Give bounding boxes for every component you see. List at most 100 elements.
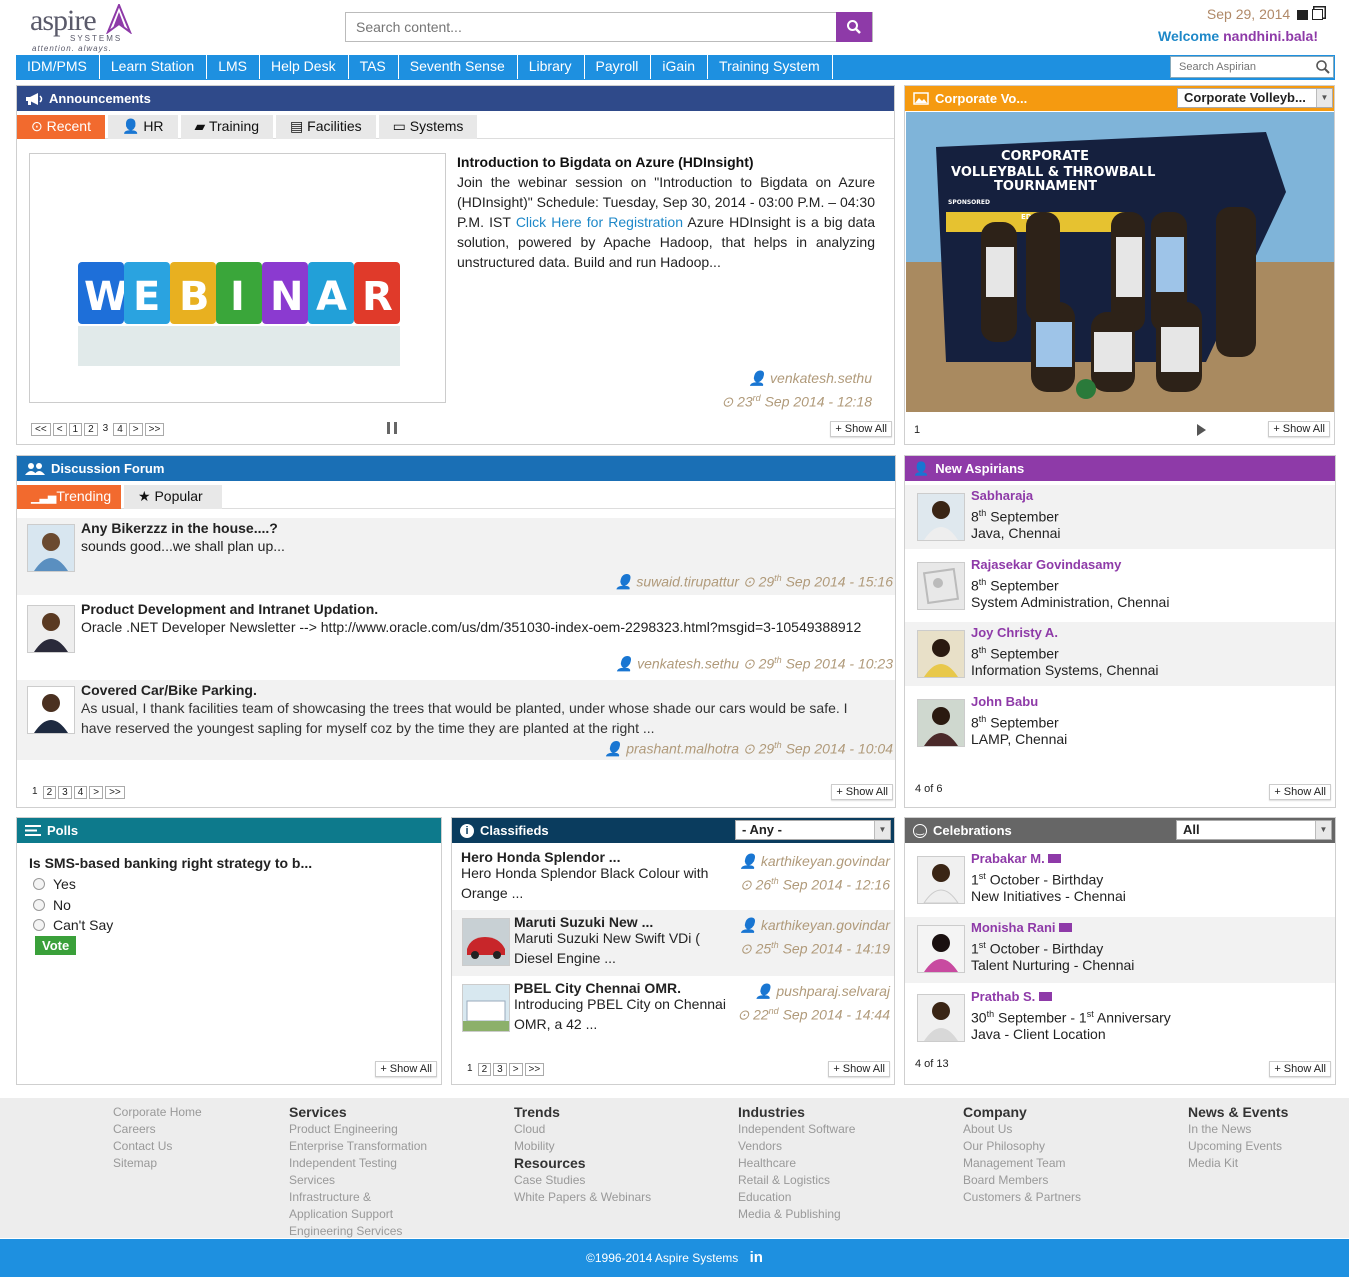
footer-link[interactable]: Sitemap	[113, 1155, 202, 1172]
forum-post[interactable]: Product Development and Intranet Updatio…	[17, 599, 895, 677]
footer-link[interactable]: Media Kit	[1188, 1155, 1288, 1172]
pager-next[interactable]: >	[89, 786, 104, 799]
search-button[interactable]	[836, 12, 872, 42]
aspirian-item[interactable]: John Babu 8th September LAMP, Chennai	[905, 691, 1335, 755]
person-name[interactable]: Joy Christy A.	[971, 625, 1058, 640]
pager-page[interactable]: 3	[58, 786, 72, 799]
footer-link[interactable]: Careers	[113, 1121, 202, 1138]
show-all-button[interactable]: + Show All	[375, 1061, 437, 1077]
celebration-item[interactable]: Monisha Rani 1st October - Birthday Tale…	[905, 917, 1335, 983]
footer-link[interactable]: Education	[738, 1189, 855, 1206]
search-icon[interactable]	[1315, 59, 1331, 75]
album-select[interactable]: Corporate Volleyb... ▼	[1177, 88, 1333, 108]
pager-prev[interactable]: <	[52, 423, 67, 436]
footer-link[interactable]: Mobility	[514, 1138, 651, 1155]
footer-link[interactable]: Engineering Services	[289, 1223, 427, 1240]
username[interactable]: nandhini.bala!	[1223, 28, 1318, 44]
mail-icon[interactable]	[1059, 923, 1073, 932]
nav-item-igain[interactable]: iGain	[651, 55, 709, 79]
footer-link[interactable]: Healthcare	[738, 1155, 855, 1172]
footer-link[interactable]: Vendors	[738, 1138, 855, 1155]
nav-item-idm[interactable]: IDM/PMS	[16, 55, 100, 79]
tab-popular[interactable]: ★ Popular	[124, 485, 222, 509]
person-name[interactable]: Rajasekar Govindasamy	[971, 557, 1121, 572]
person-name[interactable]: Sabharaja	[971, 488, 1033, 503]
footer-link[interactable]: Upcoming Events	[1188, 1138, 1288, 1155]
nav-item-lms[interactable]: LMS	[207, 55, 260, 79]
play-icon[interactable]	[1197, 424, 1206, 436]
pager-last[interactable]: >>	[144, 423, 165, 436]
show-all-button[interactable]: + Show All	[828, 1061, 890, 1077]
event-photo[interactable]: CORPORATE VOLLEYBALL & THROWBALL TOURNAM…	[906, 112, 1334, 412]
footer-link[interactable]: Board Members	[963, 1172, 1081, 1189]
footer-link[interactable]: Infrastructure &	[289, 1189, 427, 1206]
pager-last[interactable]: >>	[524, 1063, 545, 1076]
person-name[interactable]: John Babu	[971, 694, 1038, 709]
nav-item-payroll[interactable]: Payroll	[585, 55, 652, 79]
post-author[interactable]: suwaid.tirupattur	[636, 574, 739, 590]
classified-item[interactable]: Maruti Suzuki New ... Maruti Suzuki New …	[452, 910, 894, 976]
pager-page[interactable]: 1	[68, 423, 83, 436]
footer-link[interactable]: Management Team	[963, 1155, 1081, 1172]
item-author[interactable]: karthikeyan.govindar	[761, 853, 890, 869]
tab-recent[interactable]: ⊙ Recent	[17, 115, 105, 139]
copy-icon[interactable]	[1312, 9, 1323, 20]
footer-link[interactable]: Retail & Logistics	[738, 1172, 855, 1189]
footer-link[interactable]: Product Engineering	[289, 1121, 427, 1138]
footer-link[interactable]: Corporate Home	[113, 1104, 202, 1121]
webinar-image[interactable]: W E B I N A R WEBINAR	[29, 153, 446, 403]
archive-icon[interactable]	[1297, 10, 1309, 20]
item-author[interactable]: karthikeyan.govindar	[761, 917, 890, 933]
show-all-button[interactable]: + Show All	[1269, 784, 1331, 800]
mail-icon[interactable]	[1038, 992, 1052, 1001]
footer-link[interactable]: In the News	[1188, 1121, 1288, 1138]
poll-option[interactable]: No	[33, 895, 113, 916]
nav-item-library[interactable]: Library	[518, 55, 585, 79]
celebration-filter-select[interactable]: All ▼	[1176, 820, 1332, 840]
post-title[interactable]: Any Bikerzzz in the house....?	[81, 520, 278, 536]
aspirian-item[interactable]: Sabharaja 8th September Java, Chennai	[905, 485, 1335, 549]
radio-button[interactable]	[33, 878, 45, 890]
pager-page[interactable]: 2	[477, 1063, 492, 1076]
pager-last[interactable]: >>	[105, 786, 125, 799]
celebration-item[interactable]: Prathab S. 30th September - 1st Annivers…	[905, 986, 1335, 1052]
post-author[interactable]: venkatesh.sethu	[637, 656, 739, 672]
footer-link[interactable]: Customers & Partners	[963, 1189, 1081, 1206]
tab-trending[interactable]: ▁▃▅Trending	[17, 485, 121, 509]
show-all-button[interactable]: + Show All	[1269, 1061, 1331, 1077]
post-title[interactable]: Covered Car/Bike Parking.	[81, 682, 257, 698]
aspire-logo[interactable]: aspire SYSTEMS attention. always.	[30, 4, 140, 53]
pager-page[interactable]: 2	[42, 786, 57, 799]
show-all-button[interactable]: + Show All	[831, 784, 893, 800]
post-author[interactable]: prashant.malhotra	[626, 741, 739, 757]
post-author[interactable]: venkatesh.sethu	[770, 370, 872, 386]
person-name[interactable]: Prabakar M.	[971, 851, 1062, 866]
aspirian-item[interactable]: Rajasekar Govindasamy 8th September Syst…	[905, 554, 1335, 618]
mail-icon[interactable]	[1048, 854, 1062, 863]
linkedin-icon[interactable]: in	[750, 1249, 763, 1266]
nav-item-help-desk[interactable]: Help Desk	[260, 55, 349, 79]
footer-link[interactable]: Case Studies	[514, 1172, 651, 1189]
tab-facilities[interactable]: ▤ Facilities	[276, 115, 376, 139]
poll-option[interactable]: Yes	[33, 874, 113, 895]
pager-page[interactable]: 4	[113, 423, 127, 436]
classified-item[interactable]: Hero Honda Splendor ... Hero Honda Splen…	[452, 848, 894, 908]
pager-page[interactable]: 4	[73, 786, 88, 799]
post-title[interactable]: Introduction to Bigdata on Azure (HDInsi…	[457, 152, 875, 172]
person-name[interactable]: Monisha Rani	[971, 920, 1073, 935]
forum-post[interactable]: Covered Car/Bike Parking. As usual, I th…	[17, 680, 895, 760]
footer-link[interactable]: About Us	[963, 1121, 1081, 1138]
pager-first[interactable]: <<	[31, 423, 51, 436]
footer-link[interactable]: Services	[289, 1172, 427, 1189]
vote-button[interactable]: Vote	[35, 936, 77, 955]
radio-button[interactable]	[33, 919, 45, 931]
aspirian-search-input[interactable]	[1171, 57, 1311, 77]
item-author[interactable]: pushparaj.selvaraj	[776, 983, 890, 999]
footer-link[interactable]: Independent Software	[738, 1121, 855, 1138]
registration-link[interactable]: Click Here for Registration	[516, 214, 683, 230]
pager-page[interactable]: 3	[493, 1063, 507, 1076]
nav-item-tas[interactable]: TAS	[349, 55, 399, 79]
pager-next[interactable]: >	[508, 1063, 523, 1076]
aspirian-item[interactable]: Joy Christy A. 8th September Information…	[905, 622, 1335, 686]
footer-link[interactable]: Enterprise Transformation	[289, 1138, 427, 1155]
